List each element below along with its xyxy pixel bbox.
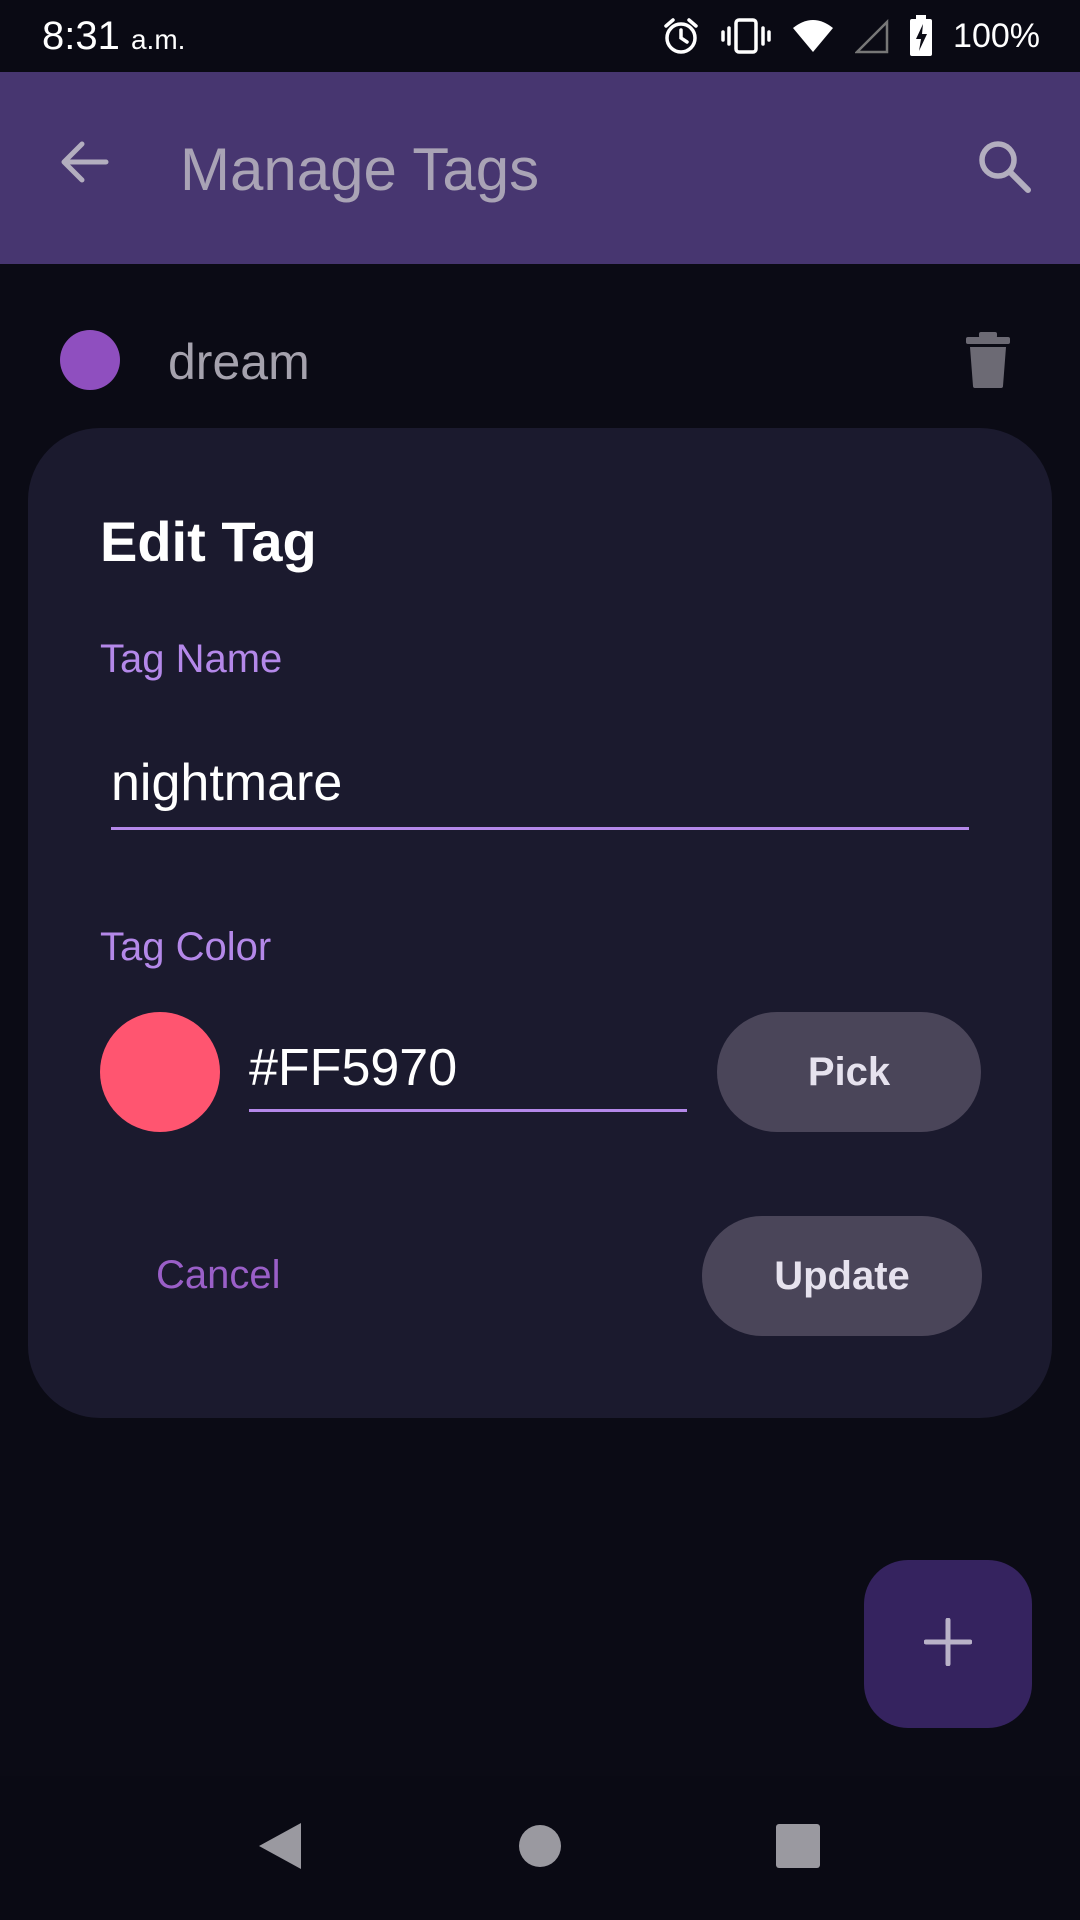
dialog-title: Edit Tag	[100, 510, 317, 573]
color-hex-input[interactable]	[249, 1032, 687, 1112]
alarm-icon	[661, 16, 701, 56]
tag-name-label: Tag Name	[100, 637, 283, 681]
pick-color-button[interactable]: Pick	[717, 1012, 981, 1132]
status-time-value: 8:31	[42, 14, 120, 58]
tag-name: dream	[168, 334, 310, 390]
nav-back-icon	[255, 1821, 305, 1876]
plus-icon	[923, 1617, 973, 1671]
arrow-back-icon	[56, 134, 112, 195]
nav-back-button[interactable]	[232, 1800, 328, 1896]
search-button[interactable]	[964, 128, 1044, 208]
status-time: 8:31 a.m.	[42, 14, 185, 62]
battery-percent: 100%	[953, 17, 1040, 55]
nav-home-button[interactable]	[492, 1800, 588, 1896]
add-tag-button[interactable]	[864, 1560, 1032, 1728]
screen: 8:31 a.m. 100% Manage Tags dream Edit Ta…	[0, 0, 1080, 1920]
search-icon	[975, 137, 1033, 200]
vibrate-icon	[721, 16, 771, 56]
status-time-ampm: a.m.	[130, 24, 186, 55]
cancel-button[interactable]: Cancel	[156, 1250, 281, 1300]
edit-tag-dialog: Edit Tag Tag Name Tag Color Pick Cancel …	[28, 428, 1052, 1418]
tag-color-dot	[60, 330, 120, 390]
nav-recents-button[interactable]	[750, 1800, 846, 1896]
tag-name-input[interactable]	[111, 746, 969, 830]
signal-icon	[855, 16, 889, 56]
wifi-icon	[791, 16, 835, 56]
page-title: Manage Tags	[180, 136, 540, 203]
update-button[interactable]: Update	[702, 1216, 982, 1336]
list-item[interactable]: dream	[0, 312, 1080, 412]
tag-color-label: Tag Color	[100, 925, 272, 969]
nav-recents-icon	[775, 1823, 821, 1874]
color-swatch[interactable]	[100, 1012, 220, 1132]
battery-charging-icon	[909, 15, 933, 57]
trash-icon	[964, 330, 1012, 395]
status-icons: 100%	[661, 14, 1040, 58]
nav-home-icon	[517, 1823, 563, 1874]
delete-button[interactable]	[952, 326, 1024, 398]
app-bar: Manage Tags	[0, 72, 1080, 264]
status-bar: 8:31 a.m. 100%	[0, 0, 1080, 72]
navigation-bar	[0, 1776, 1080, 1920]
back-button[interactable]	[48, 128, 120, 200]
